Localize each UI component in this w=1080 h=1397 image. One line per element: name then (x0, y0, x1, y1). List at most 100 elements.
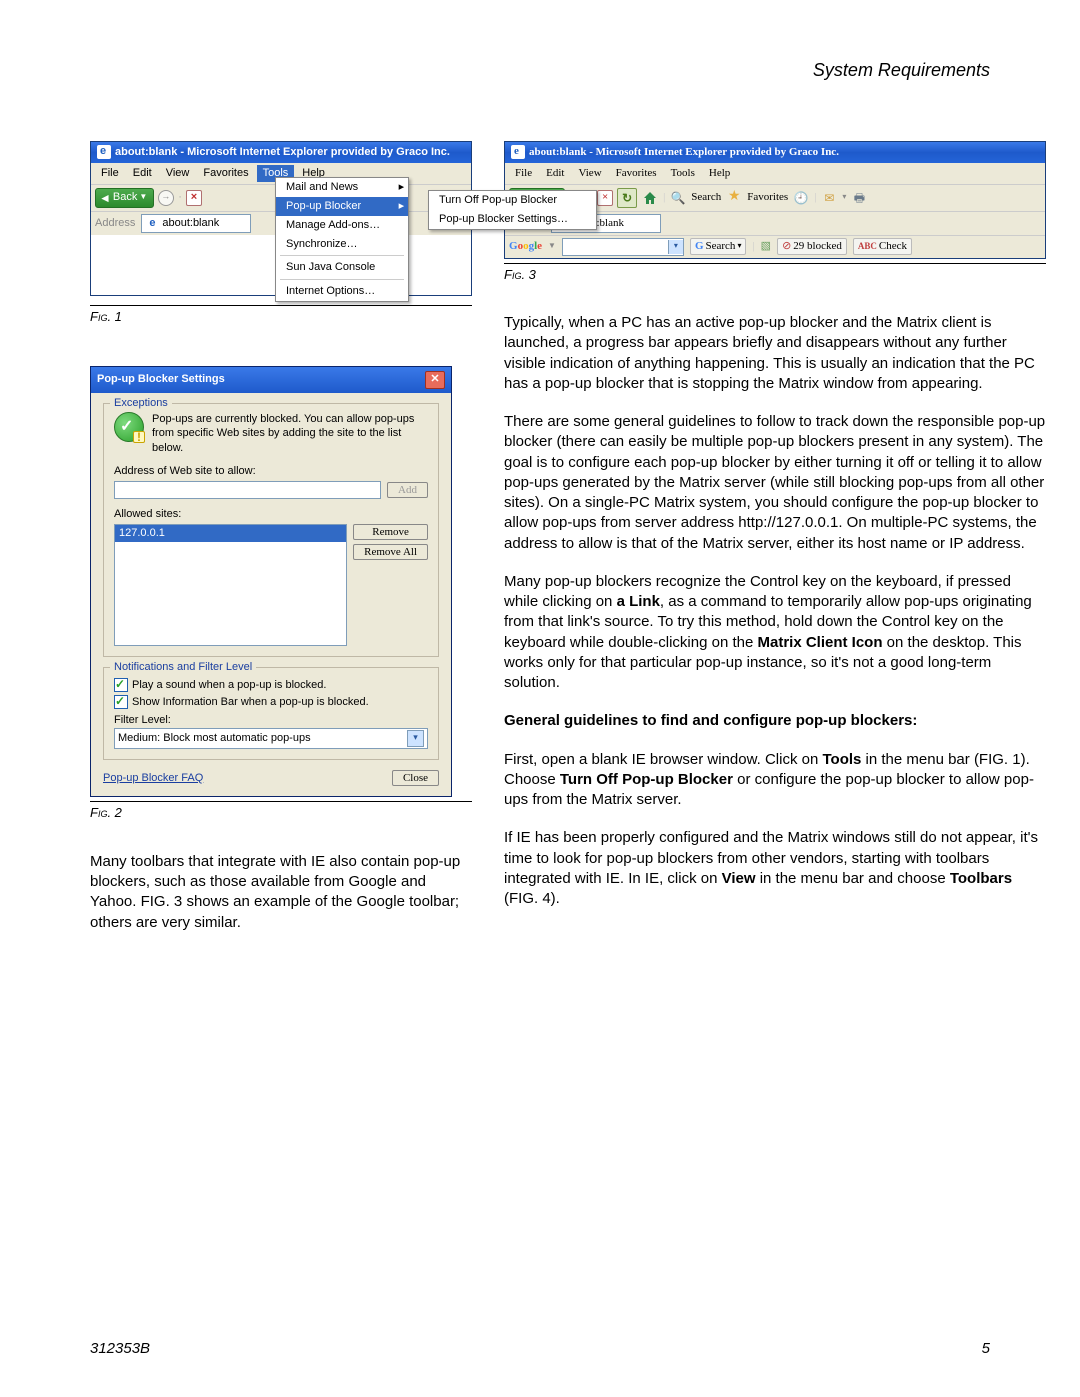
menu-tools[interactable]: Tools (665, 165, 701, 182)
allowed-label: Allowed sites: (114, 507, 428, 522)
info-text: Pop-ups are currently blocked. You can a… (152, 412, 428, 457)
menu-edit[interactable]: Edit (540, 165, 570, 182)
stop-button[interactable]: × (597, 190, 613, 206)
refresh-button[interactable]: ↻ (617, 188, 637, 208)
body-text-bold: Tools (822, 751, 861, 768)
ie-menubar: File Edit View Favorites Tools Help (505, 163, 1045, 185)
notifications-group: Notifications and Filter Level Play a so… (103, 667, 439, 761)
add-button[interactable]: Add (387, 482, 428, 498)
ie-icon (511, 145, 525, 159)
history-button[interactable]: 🕘 (792, 189, 810, 207)
allowed-item[interactable]: 127.0.0.1 (115, 525, 346, 542)
google-toolbar: Google ▼ ▾ G Search ▾ | ▧ ⊘ 29 blocked (505, 235, 1045, 258)
body-text: First, open a blank IE browser window. C… (504, 751, 822, 768)
body-text: Many toolbars that integrate with IE als… (90, 852, 472, 933)
page-header: System Requirements (90, 60, 990, 81)
menu-view[interactable]: View (572, 165, 607, 182)
menu-help[interactable]: Help (703, 165, 736, 182)
page-icon (146, 217, 158, 229)
dropdown-icon: ▾ (737, 241, 741, 252)
menu-separator (280, 279, 404, 280)
back-button[interactable]: ◄ Back ▼ (95, 188, 154, 208)
blocked-count: 29 blocked (793, 239, 842, 254)
remove-all-button[interactable]: Remove All (353, 544, 428, 560)
menu-edit[interactable]: Edit (127, 165, 158, 182)
body-text: If IE has been properly configured and t… (504, 828, 1046, 909)
close-button[interactable]: Close (392, 770, 439, 786)
forward-button[interactable] (158, 190, 174, 206)
menu-view[interactable]: View (160, 165, 196, 182)
divider: · (178, 190, 182, 205)
remove-button[interactable]: Remove (353, 524, 428, 540)
back-label: Back (113, 190, 137, 205)
home-button[interactable] (641, 189, 659, 207)
submenu-turnoff[interactable]: Turn Off Pop-up Blocker (429, 191, 596, 210)
exceptions-group: Exceptions Pop-ups are currently blocked… (103, 403, 439, 657)
dialog-title: Pop-up Blocker Settings (97, 372, 225, 387)
popup-blocked-button[interactable]: ⊘ 29 blocked (777, 238, 847, 255)
divider: | (752, 239, 754, 254)
google-search-input[interactable]: ▾ (562, 238, 684, 256)
figure-1-caption: Fig. 1 (90, 305, 472, 326)
menu-file[interactable]: File (509, 165, 538, 182)
menuitem-options[interactable]: Internet Options… (276, 282, 408, 301)
faq-link[interactable]: Pop-up Blocker FAQ (103, 771, 203, 786)
menuitem-sync[interactable]: Synchronize… (276, 235, 408, 254)
popup-submenu: Turn Off Pop-up Blocker Pop-up Blocker S… (428, 190, 597, 230)
divider: | (663, 190, 665, 205)
address-input[interactable] (114, 481, 381, 499)
popup-settings-dialog: Pop-up Blocker Settings ✕ Exceptions Pop… (90, 366, 452, 798)
address-text: about:blank (162, 216, 219, 231)
menuitem-popup-blocker[interactable]: Pop-up Blocker (276, 197, 408, 216)
menu-favorites[interactable]: Favorites (197, 165, 254, 182)
search-button[interactable]: Search (691, 190, 721, 205)
stop-button[interactable]: × (186, 190, 202, 206)
submenu-settings[interactable]: Pop-up Blocker Settings… (429, 210, 596, 229)
exceptions-label: Exceptions (110, 396, 172, 411)
doc-number: 312353B (90, 1340, 150, 1357)
filter-select[interactable]: Medium: Block most automatic pop-ups ▾ (114, 728, 428, 749)
close-icon[interactable]: ✕ (425, 371, 445, 389)
spellcheck-button[interactable]: ABC Check (853, 238, 912, 255)
tools-dropdown: Mail and News Pop-up Blocker Manage Add-… (275, 177, 409, 302)
allowed-listbox[interactable]: 127.0.0.1 (114, 524, 347, 646)
body-text: (FIG. 4). (504, 890, 560, 907)
menu-file[interactable]: File (95, 165, 125, 182)
menu-favorites[interactable]: Favorites (610, 165, 663, 182)
abc-icon: ABC (858, 240, 877, 252)
info-icon (114, 412, 144, 442)
menuitem-java[interactable]: Sun Java Console (276, 258, 408, 277)
favorites-button[interactable]: Favorites (747, 190, 788, 205)
divider: | (814, 190, 816, 205)
ie-icon (97, 145, 111, 159)
checkbox-sound-row[interactable]: Play a sound when a pop-up is blocked. (114, 678, 428, 693)
checkbox-sound-label: Play a sound when a pop-up is blocked. (132, 678, 326, 693)
google-search-button[interactable]: G Search ▾ (690, 238, 747, 255)
google-g-icon: G (695, 239, 704, 254)
blocked-icon: ⊘ (782, 239, 791, 254)
page-number: 5 (982, 1340, 990, 1357)
body-text: in the menu bar and choose (756, 870, 950, 887)
checkbox-infobar-row[interactable]: Show Information Bar when a pop-up is bl… (114, 695, 428, 710)
address-input[interactable]: about:blank (141, 214, 251, 233)
dropdown-icon[interactable]: ▼ (548, 241, 556, 252)
mail-button[interactable]: ✉ (820, 189, 838, 207)
pagerank-icon[interactable]: ▧ (761, 239, 771, 254)
favorites-icon: ★ (725, 189, 743, 207)
ie-titlebar: about:blank - Microsoft Internet Explore… (505, 142, 1045, 163)
dropdown-icon: ▾ (668, 240, 683, 254)
search-icon: 🔍 (669, 189, 687, 207)
body-text-bold: Turn Off Pop-up Blocker (560, 771, 733, 788)
menuitem-mail[interactable]: Mail and News (276, 178, 408, 197)
body-text-bold: a Link (617, 593, 660, 610)
figure-1: about:blank - Microsoft Internet Explore… (90, 141, 472, 301)
body-text-bold: View (722, 870, 756, 887)
body-text-bold: Toolbars (950, 870, 1012, 887)
address-label: Address of Web site to allow: (114, 464, 428, 479)
print-button[interactable]: 🖶 (850, 189, 868, 207)
menuitem-addons[interactable]: Manage Add-ons… (276, 216, 408, 235)
body-text: First, open a blank IE browser window. C… (504, 750, 1046, 811)
filter-value: Medium: Block most automatic pop-ups (118, 731, 311, 746)
checkbox-icon (114, 678, 128, 692)
body-text: Many pop-up blockers recognize the Contr… (504, 572, 1046, 694)
